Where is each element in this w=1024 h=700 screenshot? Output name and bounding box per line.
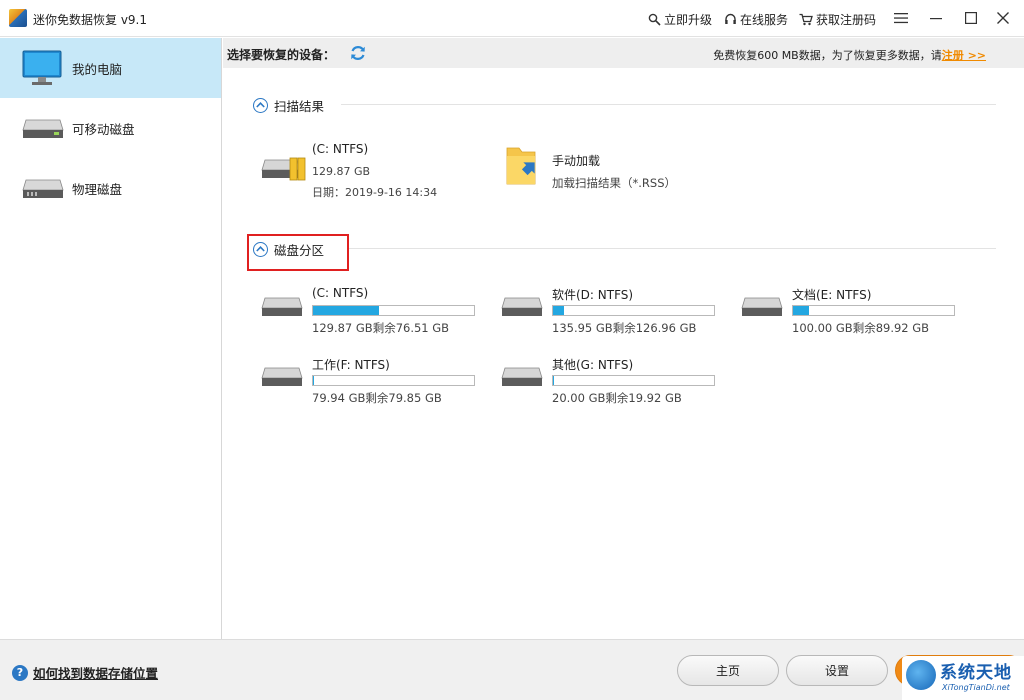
partition-item[interactable]: 其他(G: NTFS) 20.00 GB剩余19.92 GB — [501, 356, 721, 408]
partition-capacity: 100.00 GB剩余89.92 GB — [792, 321, 930, 335]
partition-name: 文档(E: NTFS) — [792, 288, 872, 302]
scan-result-drive-c[interactable]: (C: NTFS) 129.87 GB 日期：2019-9-16 14:34 — [261, 142, 491, 202]
scan-results-toggle[interactable]: 扫描结果 — [253, 96, 324, 114]
hamburger-icon — [894, 13, 908, 24]
partition-capacity: 135.95 GB剩余126.96 GB — [552, 321, 697, 335]
manual-load-desc: 加载扫描结果（*.RSS） — [552, 176, 676, 190]
partition-capacity: 79.94 GB剩余79.85 GB — [312, 391, 442, 405]
partition-name: (C: NTFS) — [312, 286, 369, 300]
physical-disk-icon — [22, 179, 64, 198]
usage-bar-fill — [793, 306, 810, 315]
partition-name: 软件(D: NTFS) — [552, 288, 634, 302]
scan-results-heading: 扫描结果 — [274, 98, 325, 114]
refresh-icon[interactable] — [349, 44, 367, 62]
online-service-button[interactable]: 在线服务 — [724, 11, 788, 28]
help-link[interactable]: ? 如何找到数据存储位置 — [12, 663, 158, 682]
watermark-logo-icon — [906, 660, 936, 690]
select-device-label: 选择要恢复的设备： — [227, 48, 336, 62]
promo-message: 免费恢复600 MB数据，为了恢复更多数据，请 — [713, 49, 942, 62]
footer: ? 如何找到数据存储位置 主页 设置 — [0, 639, 1024, 700]
partition-item[interactable]: 软件(D: NTFS) 135.95 GB剩余126.96 GB — [501, 286, 721, 338]
sidebar-item-label: 物理磁盘 — [72, 181, 123, 197]
watermark-title: 系统天地 — [940, 663, 1012, 683]
sidebar-item-label: 我的电脑 — [72, 61, 123, 77]
minimize-icon — [930, 18, 942, 20]
usage-bar — [552, 305, 715, 316]
upgrade-label: 立即升级 — [664, 13, 713, 27]
scan-drive-date: 日期：2019-9-16 14:34 — [312, 186, 438, 199]
partition-item[interactable]: (C: NTFS) 129.87 GB剩余76.51 GB — [261, 286, 481, 338]
hard-drive-icon — [501, 367, 543, 386]
usage-bar-fill — [553, 306, 564, 315]
online-service-label: 在线服务 — [740, 13, 789, 27]
close-button[interactable] — [992, 7, 1014, 29]
app-logo-icon — [9, 9, 27, 27]
upgrade-button[interactable]: 立即升级 — [648, 11, 712, 28]
partition-capacity: 129.87 GB剩余76.51 GB — [312, 321, 450, 335]
sidebar-item-physical-disk[interactable]: 物理磁盘 — [0, 158, 221, 218]
sidebar-item-my-computer[interactable]: 我的电脑 — [0, 38, 221, 98]
collapse-up-icon — [253, 97, 268, 113]
usage-bar-fill — [313, 306, 379, 315]
usage-bar — [312, 375, 475, 386]
maximize-button[interactable] — [960, 7, 982, 29]
watermark-url: XiTongTianDi.net — [942, 683, 1010, 692]
help-text: 如何找到数据存储位置 — [33, 666, 159, 681]
partition-name: 工作(F: NTFS) — [312, 358, 390, 372]
removable-disk-icon — [22, 119, 64, 138]
app-title: 迷你免数据恢复 v9.1 — [33, 13, 148, 27]
partition-item[interactable]: 工作(F: NTFS) 79.94 GB剩余79.85 GB — [261, 356, 481, 408]
usage-bar — [312, 305, 475, 316]
hard-drive-icon — [741, 297, 783, 316]
sidebar-item-label: 可移动磁盘 — [72, 121, 135, 137]
partition-capacity: 20.00 GB剩余19.92 GB — [552, 391, 682, 405]
manual-load-title: 手动加载 — [552, 154, 601, 168]
minimize-button[interactable] — [925, 7, 947, 29]
device-select-header: 选择要恢复的设备： 免费恢复600 MB数据，为了恢复更多数据，请注册 >> — [223, 38, 1024, 68]
register-link[interactable]: 注册 >> — [942, 49, 986, 62]
partition-item[interactable]: 文档(E: NTFS) 100.00 GB剩余89.92 GB — [741, 286, 961, 338]
sidebar: 我的电脑 可移动磁盘 物理磁盘 — [0, 38, 222, 639]
sidebar-item-removable-disk[interactable]: 可移动磁盘 — [0, 98, 221, 158]
promo-text: 免费恢复600 MB数据，为了恢复更多数据，请注册 >> — [713, 47, 986, 63]
drive-with-result-icon — [261, 157, 306, 181]
maximize-icon — [965, 12, 977, 24]
scan-drive-name: (C: NTFS) — [312, 142, 369, 156]
hard-drive-icon — [501, 297, 543, 316]
manual-load-button[interactable]: 手动加载 加载扫描结果（*.RSS） — [505, 144, 735, 194]
main-panel: 选择要恢复的设备： 免费恢复600 MB数据，为了恢复更多数据，请注册 >> 扫… — [223, 38, 1024, 639]
usage-bar — [792, 305, 955, 316]
close-icon — [997, 12, 1009, 24]
settings-button[interactable]: 设置 — [786, 655, 888, 686]
search-key-icon — [648, 13, 661, 26]
get-register-code-button[interactable]: 获取注册码 — [799, 11, 876, 28]
divider — [349, 248, 996, 249]
highlight-box — [247, 234, 349, 271]
register-code-label: 获取注册码 — [816, 13, 877, 27]
help-icon: ? — [12, 664, 28, 681]
partition-name: 其他(G: NTFS) — [552, 358, 634, 372]
menu-button[interactable] — [890, 7, 912, 29]
hard-drive-icon — [261, 297, 303, 316]
usage-bar-fill — [553, 376, 554, 385]
home-button[interactable]: 主页 — [677, 655, 779, 686]
usage-bar — [552, 375, 715, 386]
headset-icon — [725, 13, 736, 24]
hard-drive-icon — [261, 367, 303, 386]
scan-drive-size: 129.87 GB — [312, 165, 371, 178]
monitor-icon — [22, 50, 62, 85]
title-bar: 迷你免数据恢复 v9.1 立即升级 在线服务 获取注册码 — [0, 0, 1024, 37]
divider — [341, 104, 996, 105]
cart-icon — [799, 13, 813, 26]
watermark: 系统天地 XiTongTianDi.net — [902, 656, 1024, 700]
folder-load-icon — [506, 147, 536, 185]
